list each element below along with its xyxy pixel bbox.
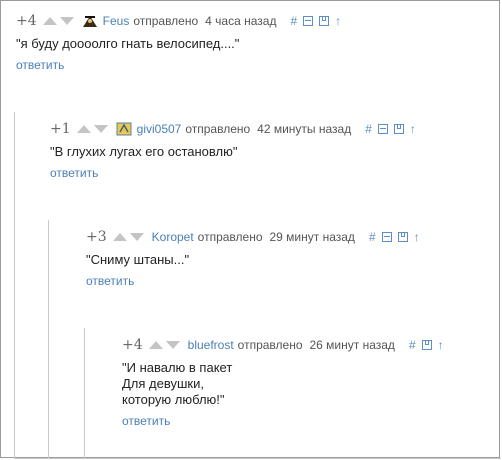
- parent-arrow-icon[interactable]: ↑: [438, 338, 444, 352]
- score: +3: [86, 229, 107, 245]
- score: +4: [122, 337, 143, 353]
- reply-link[interactable]: ответить: [50, 166, 98, 180]
- vote-up-icon[interactable]: [42, 17, 57, 25]
- comment-tools: # ↑: [369, 230, 420, 244]
- score: +4: [16, 13, 37, 29]
- vote-up-icon[interactable]: [76, 125, 91, 133]
- comment-meta: +1 givi0507 отправлено 42 минуты назад #…: [50, 120, 416, 138]
- reply-link[interactable]: ответить: [122, 414, 170, 428]
- parent-arrow-icon[interactable]: ↑: [335, 14, 341, 28]
- save-icon[interactable]: [397, 232, 408, 242]
- comment-meta: +4 bluefrost отправлено 26 минут назад #…: [122, 336, 444, 354]
- comment-text: "я буду доооолго гнать велосипед....": [16, 36, 240, 51]
- timestamp: 26 минут назад: [309, 338, 395, 352]
- save-icon[interactable]: [319, 16, 330, 26]
- vote-down-icon[interactable]: [59, 17, 74, 25]
- comment-text: "В глухих лугах его остановлю": [50, 144, 238, 159]
- timestamp: 29 минут назад: [269, 230, 355, 244]
- pirate-avatar-icon: [82, 14, 98, 28]
- timestamp: 42 минуты назад: [257, 122, 352, 136]
- comment-koropet: +3 Koropet отправлено 29 минут назад # ↑…: [86, 228, 420, 290]
- permalink-hash-icon[interactable]: #: [409, 338, 416, 352]
- sent-label: отправлено: [133, 14, 199, 28]
- sent-label: отправлено: [237, 338, 303, 352]
- username-link[interactable]: givi0507: [137, 122, 182, 136]
- timestamp: 4 часа назад: [205, 14, 277, 28]
- comment-tools: # ↑: [365, 122, 416, 136]
- reply-link[interactable]: ответить: [16, 58, 64, 72]
- collapse-icon[interactable]: [303, 16, 314, 26]
- comment-text: "Сниму штаны...": [86, 252, 190, 267]
- comment-givi0507: +1 givi0507 отправлено 42 минуты назад #…: [50, 120, 416, 182]
- comment-feus: +4 Feus отправлено 4 часа назад # ↑ "я б…: [16, 12, 341, 74]
- collapse-icon[interactable]: [377, 124, 388, 134]
- vote-up-icon[interactable]: [148, 341, 163, 349]
- comment-meta: +4 Feus отправлено 4 часа назад # ↑: [16, 12, 341, 30]
- comment-meta: +3 Koropet отправлено 29 минут назад # ↑: [86, 228, 420, 246]
- parent-arrow-icon[interactable]: ↑: [410, 122, 416, 136]
- username-link[interactable]: Feus: [103, 14, 130, 28]
- permalink-hash-icon[interactable]: #: [290, 14, 297, 28]
- username-link[interactable]: Koropet: [152, 230, 194, 244]
- save-icon[interactable]: [421, 340, 432, 350]
- parent-arrow-icon[interactable]: ↑: [414, 230, 420, 244]
- vote-down-icon[interactable]: [165, 341, 180, 349]
- vote-up-icon[interactable]: [112, 233, 127, 241]
- vote-down-icon[interactable]: [93, 125, 108, 133]
- save-icon[interactable]: [393, 124, 404, 134]
- sent-label: отправлено: [197, 230, 263, 244]
- comment-text: "И навалю в пакет Для девушки, которую л…: [122, 360, 233, 407]
- badge-avatar-icon: [116, 122, 132, 136]
- reply-link[interactable]: ответить: [86, 274, 134, 288]
- sent-label: отправлено: [185, 122, 251, 136]
- username-link[interactable]: bluefrost: [188, 338, 234, 352]
- permalink-hash-icon[interactable]: #: [365, 122, 372, 136]
- permalink-hash-icon[interactable]: #: [369, 230, 376, 244]
- comment-tools: # ↑: [290, 14, 341, 28]
- score: +1: [50, 121, 71, 137]
- collapse-icon[interactable]: [381, 232, 392, 242]
- comment-bluefrost: +4 bluefrost отправлено 26 минут назад #…: [122, 336, 444, 430]
- vote-down-icon[interactable]: [129, 233, 144, 241]
- comment-tools: # ↑: [409, 338, 444, 352]
